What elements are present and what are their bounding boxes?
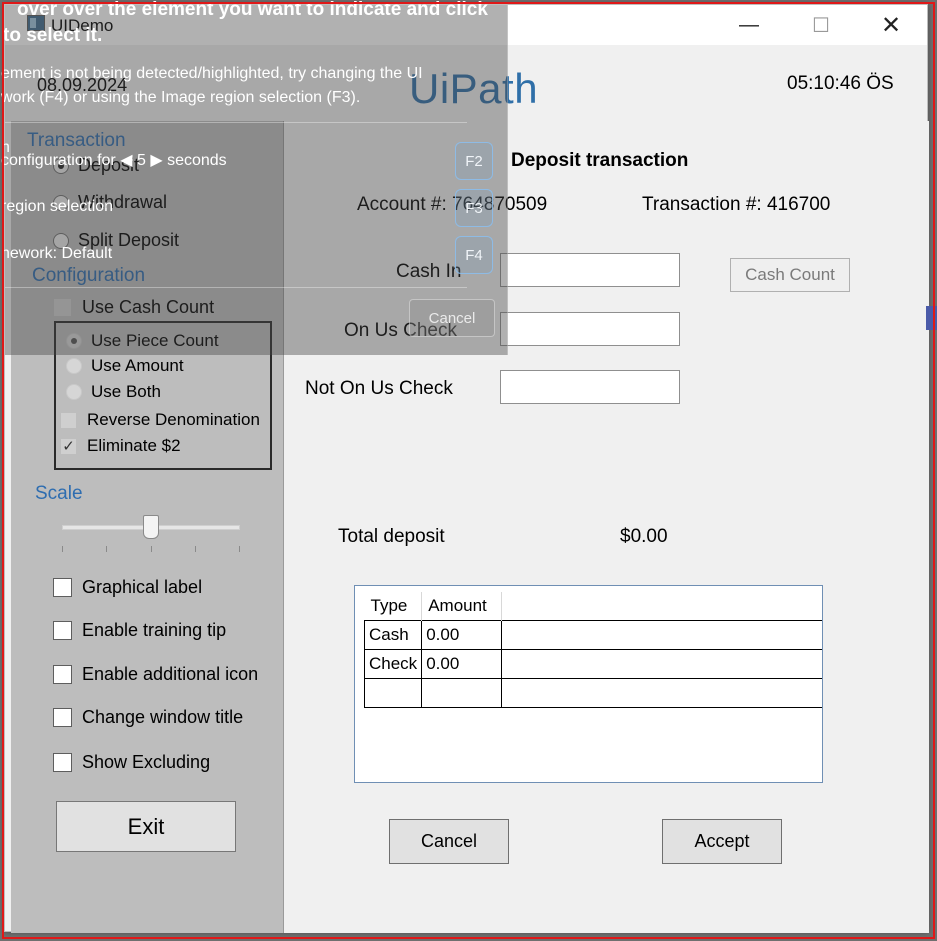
- deposit-table: Type Amount Cash 0.00 Check 0.00: [363, 592, 822, 708]
- scale-tick: [195, 546, 196, 552]
- not-on-us-check-label: Not On Us Check: [305, 378, 453, 399]
- scale-tick: [62, 546, 63, 552]
- radio-use-amount[interactable]: Use Amount: [66, 356, 184, 376]
- scale-tick: [106, 546, 107, 552]
- change-window-title-checkbox[interactable]: Change window title: [53, 707, 243, 728]
- column-header-filler: [501, 592, 822, 620]
- transaction-number: Transaction #: 416700: [642, 194, 831, 215]
- overlay-instruction-line-1: over over the element you want to indica…: [17, 0, 488, 20]
- table-row[interactable]: Check 0.00: [363, 648, 822, 679]
- cash-in-input[interactable]: [500, 253, 680, 287]
- reverse-denomination-box[interactable]: [60, 411, 77, 429]
- overlay-separator: [5, 287, 467, 288]
- f2-key-button[interactable]: F2: [455, 142, 493, 180]
- maximize-button[interactable]: ☐: [793, 5, 849, 45]
- f3-key-button[interactable]: F3: [455, 189, 493, 227]
- minimize-button[interactable]: —: [721, 5, 777, 45]
- on-us-check-input[interactable]: [500, 312, 680, 346]
- f4-key-button[interactable]: F4: [455, 236, 493, 274]
- total-deposit-value: $0.00: [620, 526, 668, 547]
- check-mark-icon: ✓: [62, 437, 75, 455]
- scale-tick: [151, 546, 152, 552]
- delay-increase-icon[interactable]: ▶: [150, 152, 162, 169]
- cancel-button[interactable]: Cancel: [389, 819, 509, 864]
- delay-value: 5: [136, 152, 146, 169]
- enable-training-tip-box[interactable]: [53, 621, 72, 640]
- reverse-denomination-label: Reverse Denomination: [87, 410, 260, 429]
- graphical-label-label: Graphical label: [82, 577, 203, 597]
- uidemo-window: UIDemo — ☐ ✕ 08.09.2024 UiPath 05:10:46 …: [1, 0, 929, 933]
- show-excluding-label: Show Excluding: [82, 752, 211, 772]
- eliminate-2-checkbox[interactable]: ✓ Eliminate $2: [60, 436, 181, 456]
- reverse-denomination-checkbox[interactable]: Reverse Denomination: [60, 410, 260, 430]
- change-window-title-box[interactable]: [53, 708, 72, 727]
- radio-use-amount-label: Use Amount: [91, 356, 184, 375]
- cell-filler: [501, 619, 822, 650]
- table-header-row: Type Amount: [364, 592, 822, 620]
- total-deposit-label: Total deposit: [338, 526, 445, 547]
- delay-decrease-icon[interactable]: ◀: [120, 152, 132, 169]
- scale-label: Scale: [35, 483, 83, 504]
- cell-filler: [501, 648, 822, 679]
- overlay-framework[interactable]: nework: Default: [1, 245, 112, 263]
- exit-button[interactable]: Exit: [56, 801, 236, 852]
- enable-additional-icon-checkbox[interactable]: Enable additional icon: [53, 664, 258, 685]
- radio-use-amount-indicator[interactable]: [66, 358, 82, 374]
- cell-amount[interactable]: [421, 677, 503, 708]
- overlay-hint-line-1: ement is not being detected/highlighted,…: [1, 65, 423, 82]
- overlay-delay-prefix: configuration for: [1, 152, 116, 169]
- selection-helper-overlay: over over the element you want to indica…: [1, 0, 508, 355]
- table-row[interactable]: [363, 677, 822, 708]
- enable-additional-icon-box[interactable]: [53, 665, 72, 684]
- graphical-label-checkbox[interactable]: Graphical label: [53, 577, 202, 598]
- overlay-hint-line-2: work (F4) or using the Image region sele…: [1, 89, 361, 106]
- cell-filler: [501, 677, 822, 708]
- enable-additional-icon-label: Enable additional icon: [82, 664, 259, 684]
- cell-type[interactable]: Check: [363, 648, 423, 679]
- overlay-cancel-button[interactable]: Cancel: [409, 299, 495, 337]
- accept-button[interactable]: Accept: [662, 819, 782, 864]
- overlay-delay-suffix: seconds: [167, 152, 227, 169]
- column-header-type[interactable]: Type: [364, 592, 423, 620]
- eliminate-2-box[interactable]: ✓: [60, 437, 77, 455]
- table-row[interactable]: Cash 0.00: [363, 619, 822, 650]
- cell-amount[interactable]: 0.00: [421, 648, 503, 679]
- radio-use-both-label: Use Both: [91, 382, 161, 401]
- radio-use-both-indicator[interactable]: [66, 384, 82, 400]
- column-header-amount[interactable]: Amount: [421, 592, 503, 620]
- not-on-us-check-input[interactable]: [500, 370, 680, 404]
- form-title: Deposit transaction: [511, 150, 689, 171]
- background-window-edge: [926, 306, 937, 330]
- overlay-delay-row: configuration for ◀ 5 ▶ seconds: [1, 150, 227, 170]
- cell-type[interactable]: Cash: [363, 619, 423, 650]
- cash-count-button[interactable]: Cash Count: [730, 258, 850, 292]
- show-excluding-box[interactable]: [53, 753, 72, 772]
- cell-amount[interactable]: 0.00: [421, 619, 503, 650]
- enable-training-tip-label: Enable training tip: [82, 620, 227, 640]
- overlay-separator: [5, 122, 467, 123]
- change-window-title-label: Change window title: [82, 707, 244, 727]
- show-excluding-checkbox[interactable]: Show Excluding: [53, 752, 210, 773]
- close-button[interactable]: ✕: [863, 5, 919, 45]
- eliminate-2-label: Eliminate $2: [87, 436, 181, 455]
- overlay-instruction-line-2: to select it.: [3, 25, 103, 46]
- radio-use-both[interactable]: Use Both: [66, 382, 161, 402]
- current-time: 05:10:46 ÖS: [787, 73, 894, 94]
- scale-slider-thumb[interactable]: [143, 515, 159, 539]
- enable-training-tip-checkbox[interactable]: Enable training tip: [53, 620, 226, 641]
- overlay-region-selection[interactable]: region selection: [1, 198, 113, 216]
- cell-type[interactable]: [363, 677, 423, 708]
- deposit-grid[interactable]: Type Amount Cash 0.00 Check 0.00: [354, 585, 823, 783]
- scale-tick: [239, 546, 240, 552]
- graphical-label-box[interactable]: [53, 578, 72, 597]
